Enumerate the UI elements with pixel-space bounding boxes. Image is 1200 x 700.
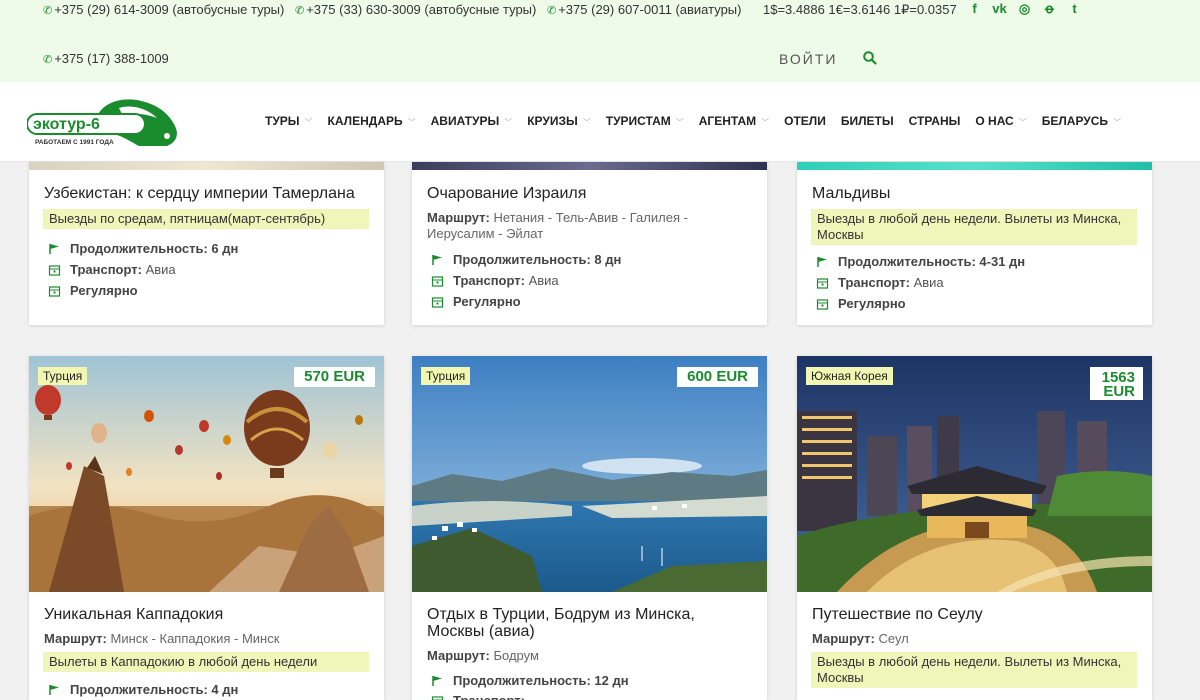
currency-rates: 1$=3.4886 1€=3.6146 1₽=0.0357 [763, 2, 957, 17]
nav-item-hotels[interactable]: ОТЕЛИ [784, 114, 826, 128]
tour-regular: Регулярно [816, 296, 906, 311]
chevron-down-icon: ﹀ [675, 118, 684, 127]
nav-item-air-tours[interactable]: АВИАТУРЫ ﹀ [431, 114, 513, 128]
tour-title[interactable]: Мальдивы [812, 185, 890, 202]
tour-title[interactable]: Путешествие по Сеулу [812, 606, 983, 623]
country-badge: Турция [421, 367, 471, 385]
search-icon[interactable] [862, 50, 878, 66]
tour-note: Выезды по средам, пятницам(март-сентябрь… [43, 209, 369, 229]
nav-item-tickets[interactable]: БИЛЕТЫ [841, 114, 894, 128]
tour-photo-edge [797, 162, 1152, 170]
flag-icon [432, 254, 442, 265]
flag-icon [817, 256, 827, 267]
flag-icon [432, 675, 442, 686]
flag-icon [49, 684, 59, 695]
calendar-icon [431, 275, 444, 287]
tour-note: Выезды в любой день недели. Вылеты из Ми… [811, 652, 1137, 688]
tour-duration: Продолжительность: 6 дн [48, 241, 238, 256]
nav-item-agents[interactable]: АГЕНТАМ ﹀ [699, 114, 769, 128]
tour-regular: Регулярно [48, 283, 138, 298]
price-badge: 600 EUR [677, 367, 758, 387]
tour-photo-edge [29, 162, 384, 170]
logo[interactable]: экотур-6 РАБОТАЕМ С 1991 ГОДА [27, 92, 182, 152]
tour-title[interactable]: Очарование Израиля [427, 185, 586, 202]
tour-note: Выезды в любой день недели. Вылеты из Ми… [811, 209, 1137, 245]
logo-name: экотур-6 [33, 116, 100, 133]
phone-link-4[interactable]: ✆ +375 (17) 388-1009 [43, 51, 169, 66]
country-badge: Турция [38, 367, 88, 385]
calendar-icon [431, 296, 444, 308]
tour-transport: Транспорт: Авиа [816, 275, 944, 290]
chevron-down-icon: ﹀ [1113, 118, 1122, 127]
tour-route: Маршрут: Нетания - Тель-Авив - Галилея -… [427, 210, 688, 241]
tour-photo[interactable] [29, 356, 384, 592]
tour-regular: Регулярно [431, 294, 521, 309]
calendar-icon [431, 695, 444, 700]
instagram-icon[interactable]: ◎ [1012, 1, 1037, 17]
chevron-down-icon: ﹀ [1018, 118, 1027, 127]
phone-link-1[interactable]: ✆ +375 (29) 614-3009 (автобусные туры) [43, 2, 284, 17]
nav-item-cruises[interactable]: КРУИЗЫ ﹀ [527, 114, 591, 128]
facebook-icon[interactable]: f [962, 1, 987, 17]
country-badge: Южная Корея [806, 367, 893, 385]
top-contact-bar: ✆ +375 (29) 614-3009 (автобусные туры) ✆ +… [0, 0, 1200, 82]
chevron-down-icon: ﹀ [304, 118, 313, 127]
tour-duration: Продолжительность: 12 дн [431, 673, 629, 688]
nav-item-tourists[interactable]: ТУРИСТАМ ﹀ [606, 114, 684, 128]
tour-transport: Транспорт: [431, 693, 525, 700]
chevron-down-icon: ﹀ [407, 118, 416, 127]
tour-card[interactable]: Узбекистан: к сердцу империи Тамерлана В… [29, 162, 384, 325]
nav-menu: ТУРЫ ﹀ КАЛЕНДАРЬ ﹀ АВИАТУРЫ ﹀ КРУИЗЫ ﹀ ТУРИС… [265, 114, 1136, 128]
tour-duration: Продолжительность: 4 дн [48, 682, 238, 697]
phone-icon: ✆ [547, 5, 557, 17]
nav-item-calendar[interactable]: КАЛЕНДАРЬ ﹀ [328, 114, 416, 128]
price-badge: 1563 EUR [1089, 367, 1143, 400]
tour-title[interactable]: Уникальная Каппадокия [44, 606, 223, 623]
phone-link-2[interactable]: ✆ +375 (33) 630-3009 (автобусные туры) [295, 2, 536, 17]
tour-photo[interactable] [412, 356, 767, 592]
logo-tagline: РАБОТАЕМ С 1991 ГОДА [35, 139, 114, 146]
tour-card[interactable]: Южная Корея 1563 EUR Путешествие по Сеул… [797, 356, 1152, 700]
tour-duration: Продолжительность: 4-31 дн [816, 254, 1025, 269]
flag-icon [49, 243, 59, 254]
tour-card[interactable]: Турция 600 EUR Отдых в Турции, Бодрум из… [412, 356, 767, 700]
tour-note: Вылеты в Каппадокию в любой день недели [43, 652, 369, 672]
calendar-icon [816, 277, 829, 289]
calendar-icon [48, 264, 61, 276]
vk-icon[interactable]: vk [987, 1, 1012, 17]
phone-icon: ✆ [43, 5, 53, 17]
nav-item-countries[interactable]: СТРАНЫ [909, 114, 961, 128]
phone-icon: ✆ [43, 54, 53, 66]
tour-transport: Транспорт: Авиа [431, 273, 559, 288]
phone-link-3[interactable]: ✆ +375 (29) 607-0011 (авиатуры) [547, 2, 741, 17]
nav-item-tours[interactable]: ТУРЫ ﹀ [265, 114, 313, 128]
tour-card[interactable]: Мальдивы Выезды в любой день недели. Выл… [797, 162, 1152, 325]
nav-item-belarus[interactable]: БЕЛАРУСЬ ﹀ [1042, 114, 1121, 128]
tour-transport: Транспорт: Авиа [48, 262, 176, 277]
tour-card[interactable]: Очарование Израиля Маршрут: Нетания - Те… [412, 162, 767, 325]
odnoklassniki-icon[interactable]: ꝋ [1037, 1, 1062, 17]
tour-duration: Продолжительность: 8 дн [431, 252, 621, 267]
calendar-icon [48, 285, 61, 297]
chevron-down-icon: ﹀ [582, 118, 591, 127]
price-badge: 570 EUR [294, 367, 375, 387]
phone-icon: ✆ [295, 5, 305, 17]
tour-title[interactable]: Отдых в Турции, Бодрум из Минска, Москвы… [427, 606, 747, 640]
chevron-down-icon: ﹀ [761, 118, 770, 127]
tour-title[interactable]: Узбекистан: к сердцу империи Тамерлана [44, 185, 355, 202]
nav-item-about[interactable]: О НАС ﹀ [975, 114, 1026, 128]
chevron-down-icon: ﹀ [504, 118, 513, 127]
tour-photo-edge [412, 162, 767, 170]
main-navigation: экотур-6 РАБОТАЕМ С 1991 ГОДА ТУРЫ ﹀ КАЛЕ… [0, 82, 1200, 162]
social-links: f vk ◎ ꝋ t [962, 1, 1087, 17]
tour-route: Маршрут: Минск - Каппадокия - Минск [44, 631, 280, 646]
tour-route: Маршрут: Сеул [812, 631, 909, 646]
calendar-icon [816, 298, 829, 310]
tour-route: Маршрут: Бодрум [427, 648, 539, 663]
login-button[interactable]: ВОЙТИ [779, 51, 837, 67]
tour-card[interactable]: Турция 570 EUR Уникальная Каппадокия Мар… [29, 356, 384, 700]
twitter-icon[interactable]: t [1062, 1, 1087, 17]
